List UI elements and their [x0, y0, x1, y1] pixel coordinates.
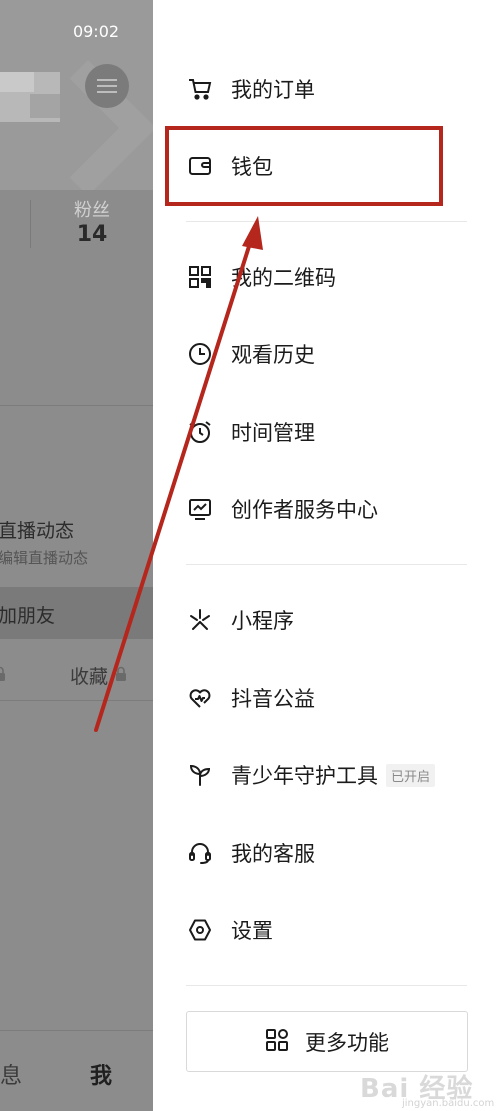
- menu-item-label: 抖音公益: [231, 687, 315, 711]
- fans-count: 14: [76, 222, 108, 247]
- headset-icon: [186, 839, 214, 867]
- menu-item-time-management[interactable]: 时间管理: [186, 410, 476, 454]
- watermark-subtext: jingyan.baidu.com: [402, 1098, 495, 1109]
- menu-divider: [186, 564, 467, 565]
- menu-item-my-orders[interactable]: 我的订单: [186, 67, 476, 111]
- profile-content-card: [0, 190, 153, 1111]
- menu-item-teen-guard-tool[interactable]: 青少年守护工具 已开启: [186, 753, 476, 797]
- sprout-icon: [186, 761, 214, 789]
- bottom-navigation: [0, 1030, 153, 1111]
- highlight-box: [165, 126, 443, 206]
- chart-monitor-icon: [186, 495, 214, 523]
- menu-item-label: 青少年守护工具: [231, 764, 378, 788]
- add-friend-label: 加朋友: [0, 605, 56, 627]
- divider: [0, 405, 153, 406]
- menu-divider: [186, 221, 467, 222]
- divider: [0, 700, 153, 701]
- menu-item-label: 观看历史: [231, 343, 315, 367]
- favorites-tab[interactable]: 收藏: [70, 662, 108, 689]
- lock-icon: [116, 666, 126, 681]
- fans-label: 粉丝: [74, 200, 110, 221]
- cart-icon: [186, 75, 214, 103]
- menu-item-label: 我的二维码: [231, 266, 336, 290]
- alarm-icon: [186, 418, 214, 446]
- stat-divider: [30, 200, 31, 248]
- menu-item-label: 我的客服: [231, 842, 315, 866]
- live-dynamic-title: 直播动态: [0, 520, 75, 542]
- menu-item-label: 时间管理: [231, 421, 315, 445]
- menu-item-customer-service[interactable]: 我的客服: [186, 831, 476, 875]
- hamburger-icon: [97, 79, 117, 93]
- qr-code-icon: [186, 263, 214, 291]
- live-dynamic-subtitle: 编辑直播动态: [0, 549, 89, 567]
- more-features-button[interactable]: 更多功能: [186, 1011, 468, 1072]
- menu-item-mini-programs[interactable]: 小程序: [186, 598, 476, 642]
- grid-apps-icon: [265, 1028, 289, 1056]
- hamburger-menu-button[interactable]: [85, 64, 129, 108]
- nav-me[interactable]: 我: [90, 1058, 112, 1090]
- menu-item-label: 设置: [231, 919, 273, 943]
- settings-hexagon-icon: [186, 916, 214, 944]
- menu-item-douyin-charity[interactable]: 抖音公益: [186, 676, 476, 720]
- watermark: Bai 经验 jingyan.baidu.com: [360, 1068, 500, 1109]
- background-profile-page: 09:02 粉丝 14 直播动态 编辑直播动态 加朋友 收藏 息 我: [0, 0, 153, 1111]
- more-features-label: 更多功能: [305, 1030, 389, 1055]
- menu-item-label: 小程序: [231, 609, 294, 633]
- menu-item-label: 创作者服务中心: [231, 498, 378, 522]
- status-time: 09:02: [72, 22, 120, 41]
- lock-icon: [0, 666, 5, 681]
- clock-icon: [186, 340, 214, 368]
- menu-item-settings[interactable]: 设置: [186, 908, 476, 952]
- heart-icon: [186, 684, 214, 712]
- mini-program-icon: [186, 606, 214, 634]
- blurred-avatar: [0, 72, 60, 122]
- menu-item-creator-center[interactable]: 创作者服务中心: [186, 487, 476, 531]
- nav-messages[interactable]: 息: [0, 1058, 22, 1090]
- menu-item-label: 我的订单: [231, 78, 315, 102]
- add-friend-button[interactable]: 加朋友: [0, 587, 153, 639]
- menu-item-my-qr-code[interactable]: 我的二维码: [186, 255, 476, 299]
- menu-item-watch-history[interactable]: 观看历史: [186, 332, 476, 376]
- status-badge: 已开启: [386, 763, 436, 787]
- menu-divider: [186, 985, 467, 986]
